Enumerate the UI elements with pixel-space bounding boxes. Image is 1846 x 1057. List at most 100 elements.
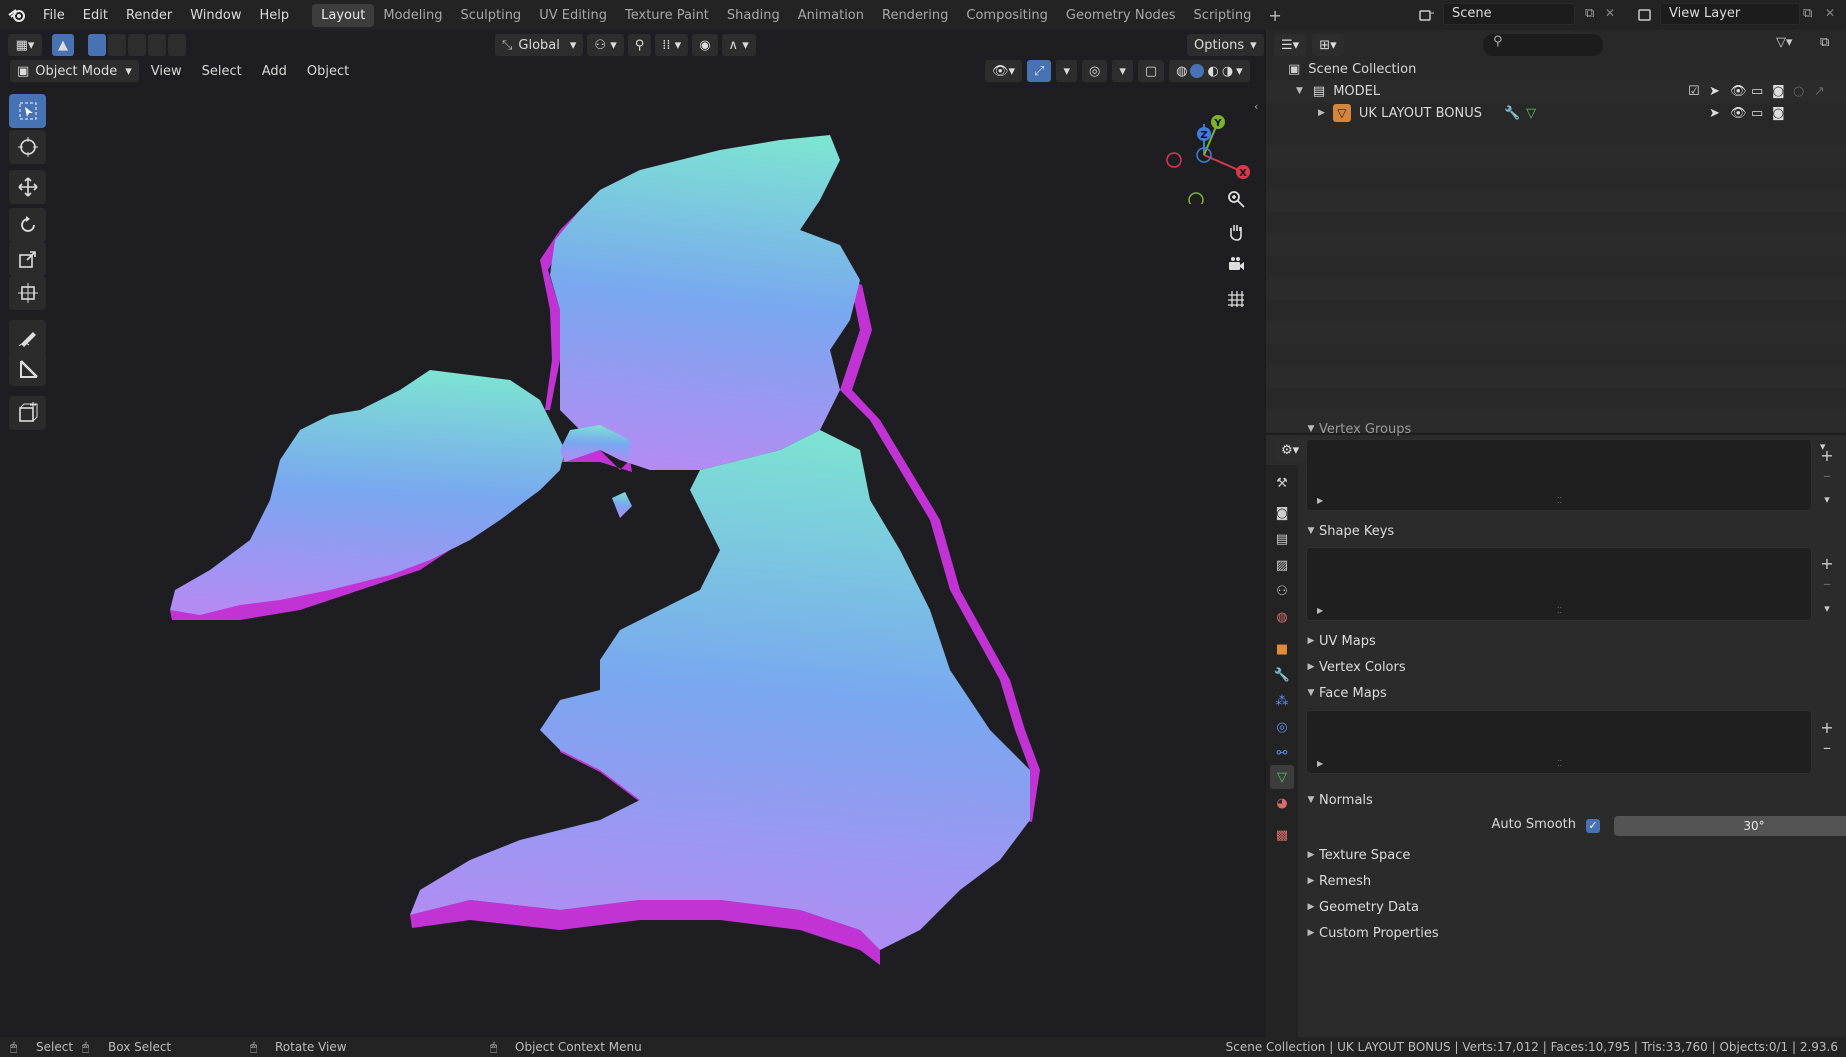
shape-keys-header[interactable]: ▼ Shape Keys — [1303, 519, 1841, 543]
add-face-map-button[interactable]: + — [1816, 717, 1838, 737]
viewport-disable-icon[interactable]: ▭ — [1751, 84, 1763, 99]
viewport-disable-icon[interactable]: ▭ — [1751, 106, 1763, 121]
uk-map-model[interactable] — [0, 30, 1264, 1037]
tab-shading[interactable]: Shading — [718, 4, 789, 27]
view-layer-field[interactable]: View Layer — [1660, 3, 1800, 25]
new-scene-icon[interactable]: ⧉ — [1585, 6, 1594, 21]
new-collection-icon[interactable]: ⧉ — [1820, 35, 1829, 50]
add-shape-key-button[interactable]: + — [1816, 553, 1838, 573]
eye-icon[interactable]: 👁 — [1730, 84, 1747, 99]
scene-tab-icon[interactable]: ⚇ — [1270, 579, 1294, 603]
normals-header[interactable]: ▼ Normals — [1303, 788, 1841, 812]
particles-tab-icon[interactable]: ⁂ — [1270, 689, 1294, 713]
render-camera-icon[interactable]: ◙ — [1772, 106, 1785, 121]
selectable-icon[interactable]: ➤ — [1709, 106, 1720, 121]
outliner-row-uk-layout-bonus[interactable]: ▶ ▽ UK LAYOUT BONUS 🔧 ▽ ➤ 👁 ▭ ◙ — [1266, 102, 1846, 124]
view-layer-tab-icon[interactable]: ▨ — [1270, 553, 1294, 577]
add-vertex-group-button[interactable]: + — [1816, 445, 1838, 465]
modifier-wrench-icon[interactable]: 🔧 — [1504, 106, 1520, 121]
new-view-layer-icon[interactable]: ⧉ — [1803, 6, 1812, 21]
delete-view-layer-icon[interactable]: ✕ — [1825, 6, 1835, 20]
zoom-icon[interactable] — [1221, 184, 1251, 214]
resize-grip-icon[interactable]: ⁚⁚ — [1557, 606, 1562, 615]
outliner-search-input[interactable]: ⚲ — [1483, 34, 1603, 56]
scene-selector-icon[interactable] — [1415, 4, 1439, 26]
auto-smooth-checkbox[interactable]: ✓ — [1586, 819, 1600, 833]
menu-help[interactable]: Help — [251, 8, 299, 23]
ortho-grid-icon[interactable] — [1221, 284, 1251, 314]
object-tab-icon[interactable]: ■ — [1270, 637, 1294, 661]
tab-layout[interactable]: Layout — [312, 3, 375, 27]
gizmo-neg-x[interactable] — [1166, 152, 1182, 168]
pan-hand-icon[interactable] — [1221, 217, 1251, 247]
collapse-sidebar-icon[interactable]: ‹ — [1254, 100, 1258, 113]
face-maps-header[interactable]: ▼ Face Maps — [1303, 681, 1841, 705]
3d-viewport[interactable]: ▦▾ ▲ ⤡ Global ▾ ⚇ ▾ ⚲ ⁞⁞ ▾ ◉ ∧ ▾ Options ▾ … — [0, 30, 1264, 1037]
physics-tab-icon[interactable]: ◎ — [1270, 715, 1294, 739]
remove-shape-key-button[interactable]: – — [1816, 573, 1838, 593]
render-camera-icon[interactable]: ◙ — [1772, 84, 1785, 99]
menu-render[interactable]: Render — [117, 8, 181, 23]
geometry-data-header[interactable]: ▶ Geometry Data — [1303, 895, 1841, 919]
face-maps-list[interactable]: ▶ ⁚⁚ — [1306, 710, 1812, 774]
tab-uv-editing[interactable]: UV Editing — [530, 4, 616, 27]
material-tab-icon[interactable]: ◕ — [1270, 791, 1294, 815]
camera-view-icon[interactable] — [1221, 250, 1251, 280]
scene-name-field[interactable]: Scene — [1443, 3, 1575, 25]
modifier-tab-icon[interactable]: 🔧 — [1270, 663, 1294, 687]
expand-list-icon[interactable]: ▶ — [1317, 606, 1323, 615]
tab-texture-paint[interactable]: Texture Paint — [616, 4, 718, 27]
filter-icon[interactable]: ▽▾ — [1776, 35, 1793, 50]
view-layer-icon[interactable] — [1632, 4, 1658, 26]
vertex-groups-list[interactable]: ▶ ⁚⁚ — [1306, 439, 1812, 511]
remove-vertex-group-button[interactable]: – — [1816, 465, 1838, 485]
menu-window[interactable]: Window — [181, 8, 250, 23]
shape-keys-list[interactable]: ▶ ⁚⁚ — [1306, 547, 1812, 621]
selectable-icon[interactable]: ➤ — [1709, 84, 1720, 99]
output-tab-icon[interactable]: ▤ — [1270, 527, 1294, 551]
tool-tab-icon[interactable]: ⚒ — [1270, 471, 1294, 495]
remove-face-map-button[interactable]: – — [1816, 737, 1838, 757]
uv-maps-header[interactable]: ▶ UV Maps — [1303, 629, 1841, 653]
outliner-row-scene-collection[interactable]: ▣ Scene Collection — [1266, 58, 1846, 80]
expand-chevron-icon[interactable]: ▼ — [1296, 86, 1303, 96]
resize-grip-icon[interactable]: ⁚⁚ — [1557, 496, 1562, 505]
expand-list-icon[interactable]: ▶ — [1317, 496, 1323, 505]
vertex-colors-header[interactable]: ▶ Vertex Colors — [1303, 655, 1841, 679]
world-tab-icon[interactable]: ◍ — [1270, 605, 1294, 629]
mesh-data-icon[interactable]: ▽ — [1526, 106, 1536, 121]
menu-file[interactable]: File — [34, 8, 74, 23]
holdout-icon[interactable]: ○ — [1793, 84, 1804, 99]
display-mode-dropdown[interactable]: ⊞▾ — [1312, 34, 1344, 56]
tab-compositing[interactable]: Compositing — [957, 4, 1057, 27]
expand-list-icon[interactable]: ▶ — [1317, 759, 1323, 768]
tab-scripting[interactable]: Scripting — [1185, 4, 1261, 27]
outliner-row-model[interactable]: ▼ ▤ MODEL ☑ ➤ 👁 ▭ ◙ ○ ↗ — [1266, 80, 1846, 102]
resize-grip-icon[interactable]: ⁚⁚ — [1557, 759, 1562, 768]
outliner-editor-type-icon[interactable]: ☰▾ — [1274, 34, 1307, 56]
gizmo-neg-y[interactable] — [1188, 192, 1204, 204]
blender-logo-icon[interactable] — [0, 0, 34, 30]
vertex-group-specials-icon[interactable]: ▾ — [1816, 489, 1838, 509]
render-tab-icon[interactable]: ◙ — [1270, 501, 1294, 525]
properties-editor-type-icon[interactable]: ⚙▾ — [1274, 439, 1307, 461]
delete-scene-icon[interactable]: ✕ — [1605, 6, 1615, 20]
tab-rendering[interactable]: Rendering — [873, 4, 957, 27]
shape-key-specials-icon[interactable]: ▾ — [1816, 598, 1838, 618]
expand-chevron-icon[interactable]: ▶ — [1318, 108, 1325, 118]
texture-tab-icon[interactable]: ▩ — [1270, 823, 1294, 847]
add-workspace-button[interactable]: + — [1260, 6, 1289, 25]
constraints-tab-icon[interactable]: ⚯ — [1270, 741, 1294, 765]
tab-sculpting[interactable]: Sculpting — [451, 4, 530, 27]
indirect-only-icon[interactable]: ↗ — [1814, 84, 1825, 99]
vertex-groups-header[interactable]: ▼ Vertex Groups — [1303, 420, 1841, 438]
menu-edit[interactable]: Edit — [74, 8, 117, 23]
exclude-checkbox[interactable]: ☑ — [1688, 84, 1700, 99]
tab-animation[interactable]: Animation — [789, 4, 873, 27]
eye-icon[interactable]: 👁 — [1730, 106, 1747, 121]
auto-smooth-angle-field[interactable]: 30° — [1614, 816, 1846, 836]
tab-geometry-nodes[interactable]: Geometry Nodes — [1057, 4, 1185, 27]
texture-space-header[interactable]: ▶ Texture Space — [1303, 843, 1841, 867]
custom-properties-header[interactable]: ▶ Custom Properties — [1303, 921, 1841, 945]
remesh-header[interactable]: ▶ Remesh — [1303, 869, 1841, 893]
